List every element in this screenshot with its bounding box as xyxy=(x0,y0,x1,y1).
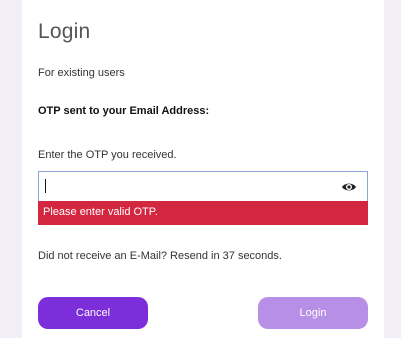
otp-input-label: Enter the OTP you received. xyxy=(38,149,177,161)
login-dialog: Login For existing users OTP sent to you… xyxy=(22,0,384,338)
otp-input[interactable] xyxy=(43,174,327,198)
login-page: Login For existing users OTP sent to you… xyxy=(0,0,401,338)
resend-message: Did not receive an E-Mail? Resend in 37 … xyxy=(38,250,282,262)
eye-icon[interactable] xyxy=(341,180,357,194)
login-button[interactable]: Login xyxy=(258,297,368,329)
dialog-subtitle: For existing users xyxy=(38,67,125,79)
otp-error-banner: Please enter valid OTP. xyxy=(38,201,368,225)
otp-error-message: Please enter valid OTP. xyxy=(43,206,158,218)
text-caret xyxy=(45,179,46,193)
otp-input-container xyxy=(38,171,368,201)
dialog-title: Login xyxy=(38,20,91,43)
cancel-button[interactable]: Cancel xyxy=(38,297,148,329)
otp-sent-label: OTP sent to your Email Address: xyxy=(38,105,210,117)
